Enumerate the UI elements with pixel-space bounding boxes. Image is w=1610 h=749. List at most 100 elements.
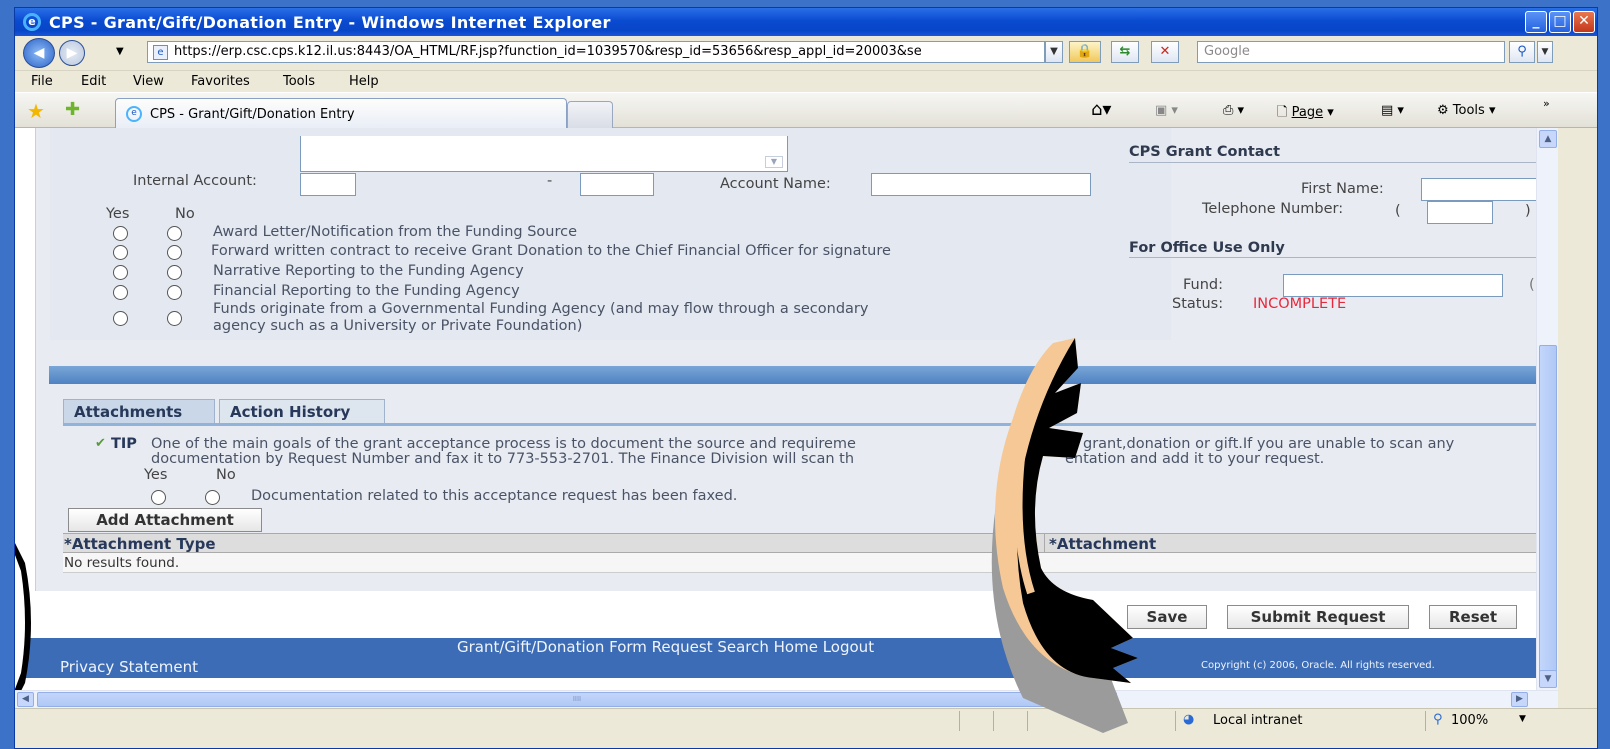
financial-text: Financial Reporting to the Funding Agenc… — [213, 283, 520, 299]
scroll-up-icon[interactable]: ▲ — [1539, 130, 1557, 148]
internal-account-input-2[interactable] — [580, 173, 654, 196]
history-dropdown-icon[interactable]: ▼ — [116, 46, 124, 57]
url-field[interactable]: e https://erp.csc.cps.k12.il.us:8443/OA_… — [147, 41, 1045, 63]
search-icon[interactable]: ⚲ — [1509, 41, 1535, 63]
vertical-scroll-thumb[interactable] — [1539, 345, 1557, 675]
first-name-input[interactable] — [1421, 178, 1536, 201]
faxed-no-header: No — [216, 467, 236, 483]
stop-button[interactable]: ✕ — [1151, 41, 1179, 63]
narrative-no-radio[interactable] — [167, 265, 182, 280]
lock-icon[interactable]: 🔒 — [1069, 41, 1101, 63]
yes-header: Yes — [106, 206, 130, 222]
zoom-dropdown-icon[interactable]: ▼ — [1519, 714, 1526, 724]
grant-contact-heading: CPS Grant Contact — [1129, 144, 1281, 160]
contract-no-radio[interactable] — [167, 245, 182, 260]
close-button[interactable]: ✕ — [1573, 11, 1595, 33]
horizontal-scroll-thumb[interactable]: IIII — [37, 692, 1117, 707]
menu-tools[interactable]: Tools — [283, 74, 315, 89]
toolbar-overflow-icon[interactable]: » — [1543, 97, 1550, 110]
no-results-text: No results found. — [64, 555, 180, 571]
contract-yes-radio[interactable] — [113, 245, 128, 260]
scroll-left-icon[interactable]: ◀ — [17, 692, 34, 707]
faxed-yes-radio[interactable] — [151, 490, 166, 505]
research-icon[interactable]: ▤ ▾ — [1381, 103, 1404, 118]
footer-links[interactable]: Grant/Gift/Donation Form Request Search … — [457, 638, 874, 656]
scroll-right-icon[interactable]: ▶ — [1511, 692, 1528, 707]
search-options-button[interactable]: ▼ — [1537, 41, 1553, 63]
col-attachment[interactable]: *Attachment — [1049, 535, 1156, 553]
telephone-area-input[interactable] — [1427, 201, 1493, 224]
vertical-scrollbar[interactable]: ▲ ▼ — [1536, 128, 1558, 690]
privacy-statement-link[interactable]: Privacy Statement — [60, 658, 198, 676]
fund-input[interactable] — [1283, 274, 1503, 297]
refresh-button[interactable]: ⇆ — [1111, 41, 1139, 63]
menu-help[interactable]: Help — [349, 74, 379, 89]
status-divider — [993, 711, 994, 731]
financial-no-radio[interactable] — [167, 285, 182, 300]
tab-ie-icon: e — [126, 106, 142, 122]
menu-view[interactable]: View — [133, 74, 164, 89]
tab-attachments[interactable]: Attachments — [63, 399, 215, 425]
page-content: ▼ Internal Account: - Account Name: Yes … — [15, 128, 1536, 690]
feeds-icon[interactable]: ▣ ▾ — [1155, 103, 1178, 118]
maximize-button[interactable]: □ — [1549, 11, 1571, 33]
forward-button[interactable]: ▶ — [59, 40, 85, 66]
narrative-yes-radio[interactable] — [113, 265, 128, 280]
submit-request-button[interactable]: Submit Request — [1227, 605, 1409, 629]
tip-check-icon: ✔ — [95, 436, 106, 451]
reset-button[interactable]: Reset — [1429, 605, 1517, 629]
attachments-table-header: *Attachment Type *Attachment — [63, 533, 1536, 554]
ie-logo-icon: e — [23, 13, 41, 31]
minimize-button[interactable]: _ — [1525, 11, 1547, 33]
grant-contact-divider — [1129, 162, 1536, 163]
add-favorites-icon[interactable]: ✚ — [65, 99, 80, 120]
status-divider — [1425, 711, 1426, 731]
zoom-level[interactable]: 100% — [1451, 713, 1488, 728]
print-icon[interactable]: ⎙ ▾ — [1223, 103, 1244, 118]
tab-action-history[interactable]: Action History — [219, 399, 385, 425]
governmental-text-2: agency such as a University or Private F… — [213, 318, 583, 334]
office-use-divider — [1129, 257, 1536, 258]
home-icon[interactable]: ⌂▾ — [1091, 99, 1111, 120]
account-name-input[interactable] — [871, 173, 1091, 196]
search-input[interactable]: Google — [1197, 41, 1505, 63]
account-dash: - — [547, 173, 553, 189]
award-letter-no-radio[interactable] — [167, 226, 182, 241]
description-textarea[interactable]: ▼ — [300, 136, 788, 172]
textarea-scroll-icon[interactable]: ▼ — [765, 156, 783, 168]
url-dropdown-button[interactable]: ▼ — [1045, 41, 1063, 63]
award-letter-yes-radio[interactable] — [113, 226, 128, 241]
col-attachment-type[interactable]: *Attachment Type — [64, 535, 216, 553]
save-button[interactable]: Save — [1127, 605, 1207, 629]
scroll-down-icon[interactable]: ▼ — [1539, 670, 1557, 688]
back-button[interactable]: ◀ — [23, 38, 55, 68]
title-bar: e CPS - Grant/Gift/Donation Entry - Wind… — [15, 8, 1597, 36]
governmental-no-radio[interactable] — [167, 311, 182, 326]
tab-title: CPS - Grant/Gift/Donation Entry — [150, 107, 355, 122]
add-attachment-button[interactable]: Add Attachment — [68, 508, 262, 532]
fund-label: Fund: — [1183, 277, 1224, 293]
financial-yes-radio[interactable] — [113, 285, 128, 300]
telephone-paren-open: ( — [1395, 203, 1401, 219]
faxed-yes-header: Yes — [144, 467, 168, 483]
faxed-no-radio[interactable] — [205, 490, 220, 505]
table-empty-row: No results found. — [63, 553, 1536, 573]
status-divider — [1175, 711, 1176, 731]
browser-tab-active[interactable]: e CPS - Grant/Gift/Donation Entry — [115, 98, 567, 128]
menu-favorites[interactable]: Favorites — [191, 74, 250, 89]
menu-file[interactable]: File — [31, 74, 53, 89]
zoom-icon[interactable]: ⚲ — [1433, 712, 1443, 727]
new-tab-button[interactable] — [567, 101, 613, 128]
tip-line-2-end: entation and add it to your request. — [1065, 451, 1325, 467]
horizontal-scrollbar[interactable]: ◀ IIII ▶ — [15, 690, 1558, 708]
internal-account-label: Internal Account: — [133, 173, 257, 189]
governmental-yes-radio[interactable] — [113, 311, 128, 326]
favorites-star-icon[interactable]: ★ — [27, 99, 45, 123]
contract-text: Forward written contract to receive Gran… — [211, 243, 891, 259]
tools-menu[interactable]: ⚙ Tools ▾ — [1437, 103, 1496, 118]
page-menu[interactable]: 🗋 Page ▾ — [1277, 103, 1334, 125]
menu-edit[interactable]: Edit — [81, 74, 106, 89]
internal-account-input-1[interactable] — [300, 173, 356, 196]
tools-gear-icon: ⚙ — [1437, 103, 1449, 118]
menu-bar: File Edit View Favorites Tools Help — [15, 70, 1597, 92]
